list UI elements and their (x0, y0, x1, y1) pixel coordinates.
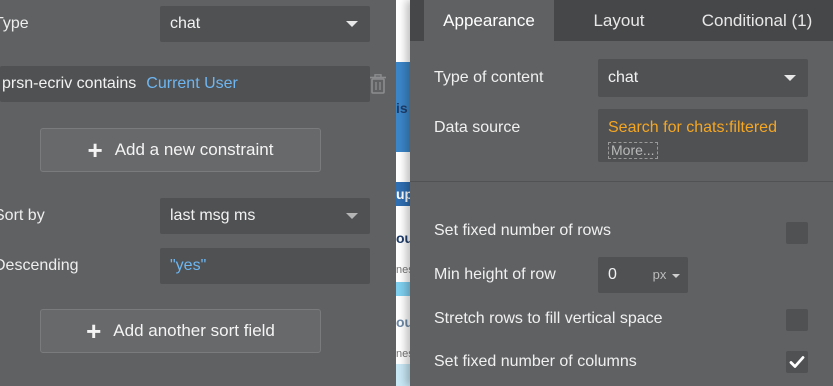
min-height-value: 0 (608, 266, 617, 283)
add-sort-field-button[interactable]: + Add another sort field (40, 309, 321, 353)
checkmark-icon (789, 356, 805, 368)
plus-icon: + (86, 316, 102, 346)
descending-field[interactable]: "yes" (160, 248, 370, 284)
data-source-label: Data source (434, 119, 521, 136)
stretch-rows-checkbox[interactable] (786, 309, 808, 331)
trash-icon[interactable] (370, 74, 386, 94)
sort-by-label: Sort by (0, 207, 45, 224)
descending-label: Descending (0, 257, 79, 274)
fixed-rows-label: Set fixed number of rows (434, 222, 611, 239)
type-of-content-value: chat (608, 69, 639, 86)
tab-bar: Appearance Layout Conditional (1) (410, 0, 833, 41)
type-of-content-label: Type of content (434, 69, 544, 86)
data-source-field[interactable]: Search for chats:filtered More... (598, 109, 808, 162)
canvas-preview-strip: is up ou nes ou nes (396, 0, 410, 386)
unit-value: px (652, 267, 667, 282)
type-of-content-dropdown[interactable]: chat (598, 59, 808, 97)
constraint-value[interactable]: Current User (146, 75, 238, 93)
canvas-accent-block (396, 282, 410, 296)
tab-conditional[interactable]: Conditional (1) (682, 0, 832, 41)
data-source-more-link[interactable]: More... (608, 142, 658, 159)
type-label: Type (0, 15, 29, 32)
constraint-row[interactable]: prsn-ecriv contains Current User (0, 66, 370, 102)
add-constraint-label: Add a new constraint (114, 140, 274, 159)
plus-icon: + (87, 135, 103, 165)
canvas-text: nes (396, 348, 410, 360)
fixed-columns-label: Set fixed number of columns (434, 353, 637, 370)
property-editor-panel: Appearance Layout Conditional (1) Type o… (410, 0, 833, 386)
canvas-text: up (396, 186, 410, 202)
type-dropdown-value: chat (170, 15, 201, 32)
min-height-label: Min height of row (434, 266, 556, 283)
data-source-value[interactable]: Search for chats:filtered (608, 119, 777, 137)
canvas-accent-block (396, 364, 410, 386)
canvas-text: ou (396, 230, 410, 246)
add-constraint-button[interactable]: + Add a new constraint (40, 128, 321, 172)
section-divider (410, 181, 833, 182)
chevron-down-icon (346, 21, 358, 27)
min-height-input[interactable]: 0 px (598, 257, 688, 293)
fixed-rows-checkbox[interactable] (786, 222, 808, 244)
sort-by-dropdown[interactable]: last msg ms (160, 198, 370, 234)
canvas-text: is (396, 100, 408, 116)
canvas-text: ou (396, 314, 410, 330)
type-dropdown[interactable]: chat (160, 6, 370, 42)
search-settings-panel: Type chat prsn-ecriv contains Current Us… (0, 0, 396, 386)
descending-value: "yes" (170, 257, 207, 274)
chevron-down-icon (346, 213, 358, 219)
fixed-columns-checkbox[interactable] (786, 351, 808, 373)
tab-layout[interactable]: Layout (570, 0, 668, 41)
constraint-field: prsn-ecriv contains (2, 75, 137, 92)
sort-by-value: last msg ms (170, 207, 256, 224)
stretch-rows-label: Stretch rows to fill vertical space (434, 310, 663, 327)
canvas-text: nes (396, 264, 410, 276)
unit-dropdown[interactable]: px (653, 267, 680, 282)
chevron-down-icon (784, 75, 796, 81)
tab-appearance[interactable]: Appearance (424, 0, 554, 41)
add-sort-field-label: Add another sort field (113, 321, 275, 340)
chevron-down-icon (672, 273, 680, 278)
